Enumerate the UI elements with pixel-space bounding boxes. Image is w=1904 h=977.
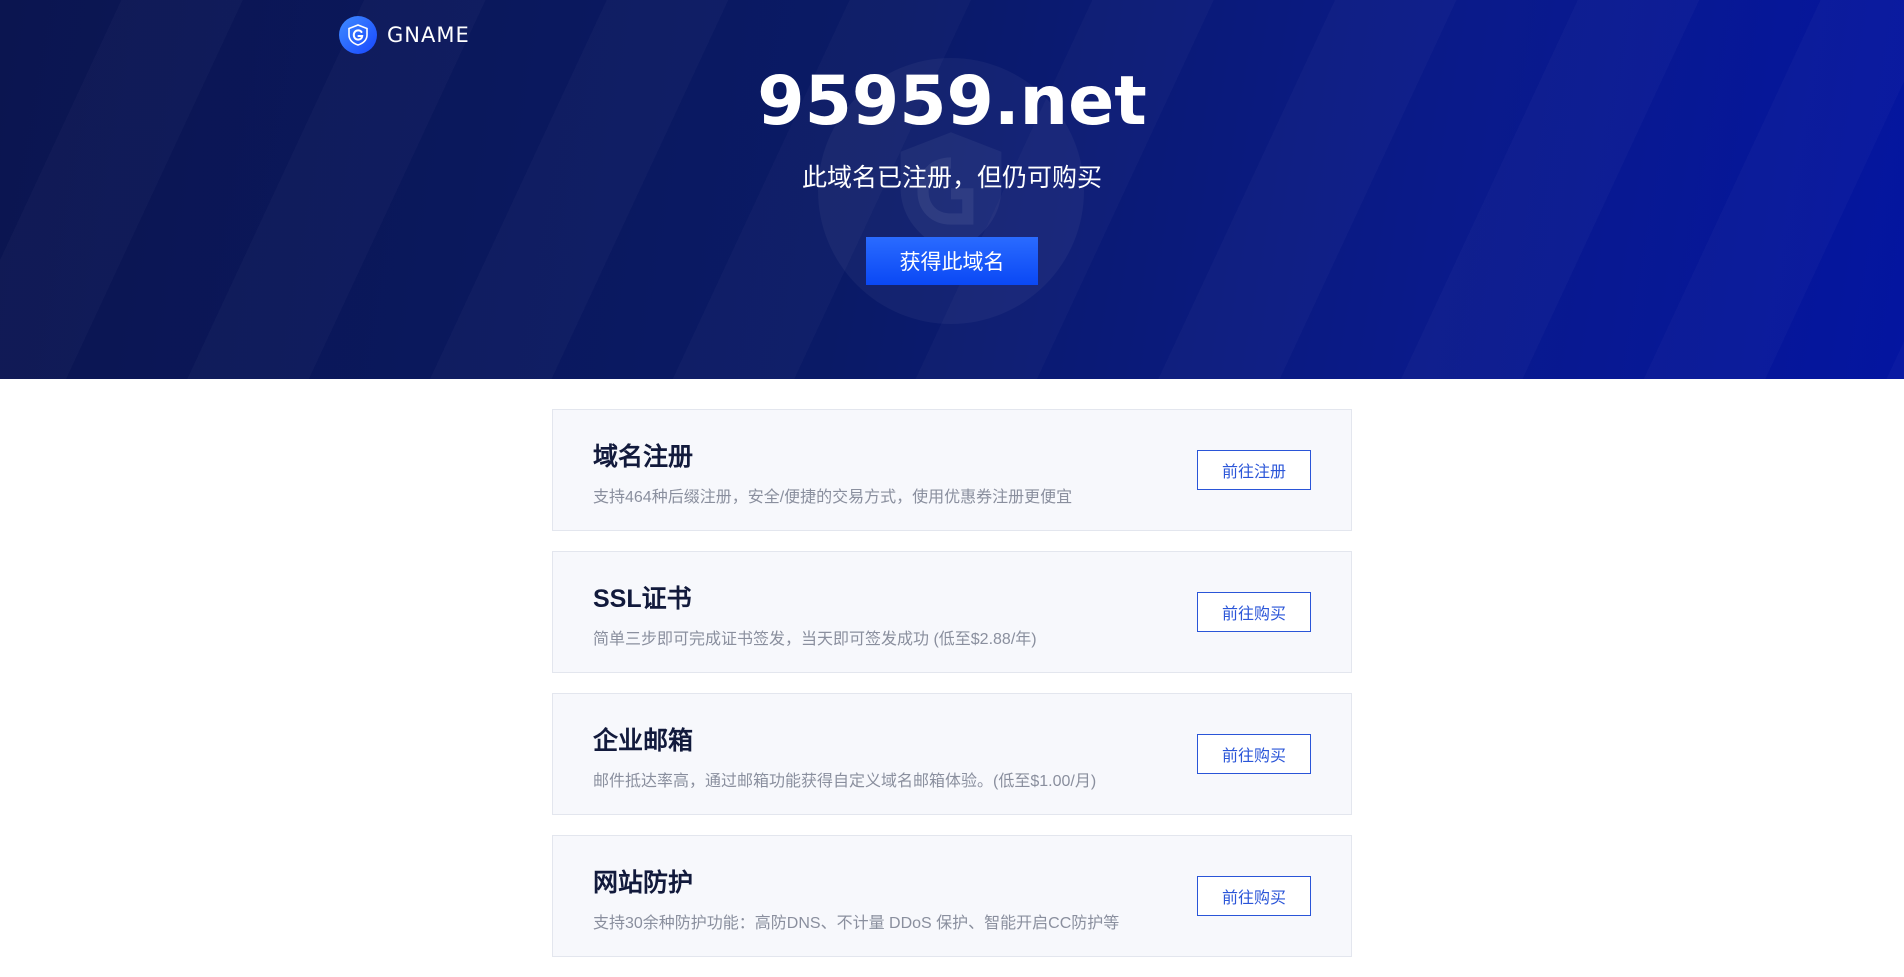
service-card-list: 域名注册 支持464种后缀注册，安全/便捷的交易方式，使用优惠券注册更便宜 前往… [552, 409, 1352, 977]
buy-protection-button[interactable]: 前往购买 [1197, 876, 1311, 916]
service-card-description: 简单三步即可完成证书签发，当天即可签发成功 (低至$2.88/年) [593, 631, 1037, 648]
service-card-website-protection: 网站防护 支持30余种防护功能：高防DNS、不计量 DDoS 保护、智能开启CC… [552, 835, 1352, 957]
service-card-ssl-certificate: SSL证书 简单三步即可完成证书签发，当天即可签发成功 (低至$2.88/年) … [552, 551, 1352, 673]
service-card-title: 域名注册 [593, 443, 694, 471]
get-domain-button[interactable]: 获得此域名 [866, 237, 1038, 285]
service-card-description: 支持464种后缀注册，安全/便捷的交易方式，使用优惠券注册更便宜 [593, 489, 1073, 506]
gname-logo-icon [339, 16, 377, 54]
buy-ssl-button[interactable]: 前往购买 [1197, 592, 1311, 632]
logo-wordmark: GNAME [387, 23, 470, 47]
gname-logo[interactable]: GNAME [339, 16, 470, 54]
domain-status-subtitle: 此域名已注册，但仍可购买 [801, 164, 1102, 192]
buy-email-button[interactable]: 前往购买 [1197, 734, 1311, 774]
service-card-title: 企业邮箱 [593, 727, 694, 755]
service-card-description: 邮件抵达率高，通过邮箱功能获得自定义域名邮箱体验。(低至$1.00/月) [593, 773, 1097, 790]
service-card-domain-registration: 域名注册 支持464种后缀注册，安全/便捷的交易方式，使用优惠券注册更便宜 前往… [552, 409, 1352, 531]
domain-name-heading: 95959.net [757, 62, 1147, 141]
service-card-title: 网站防护 [593, 869, 694, 897]
hero-banner: GNAME 95959.net 此域名已注册，但仍可购买 获得此域名 [0, 0, 1904, 379]
service-card-description: 支持30余种防护功能：高防DNS、不计量 DDoS 保护、智能开启CC防护等 [593, 915, 1120, 932]
service-card-enterprise-email: 企业邮箱 邮件抵达率高，通过邮箱功能获得自定义域名邮箱体验。(低至$1.00/月… [552, 693, 1352, 815]
go-register-button[interactable]: 前往注册 [1197, 450, 1311, 490]
service-card-title: SSL证书 [593, 585, 692, 613]
